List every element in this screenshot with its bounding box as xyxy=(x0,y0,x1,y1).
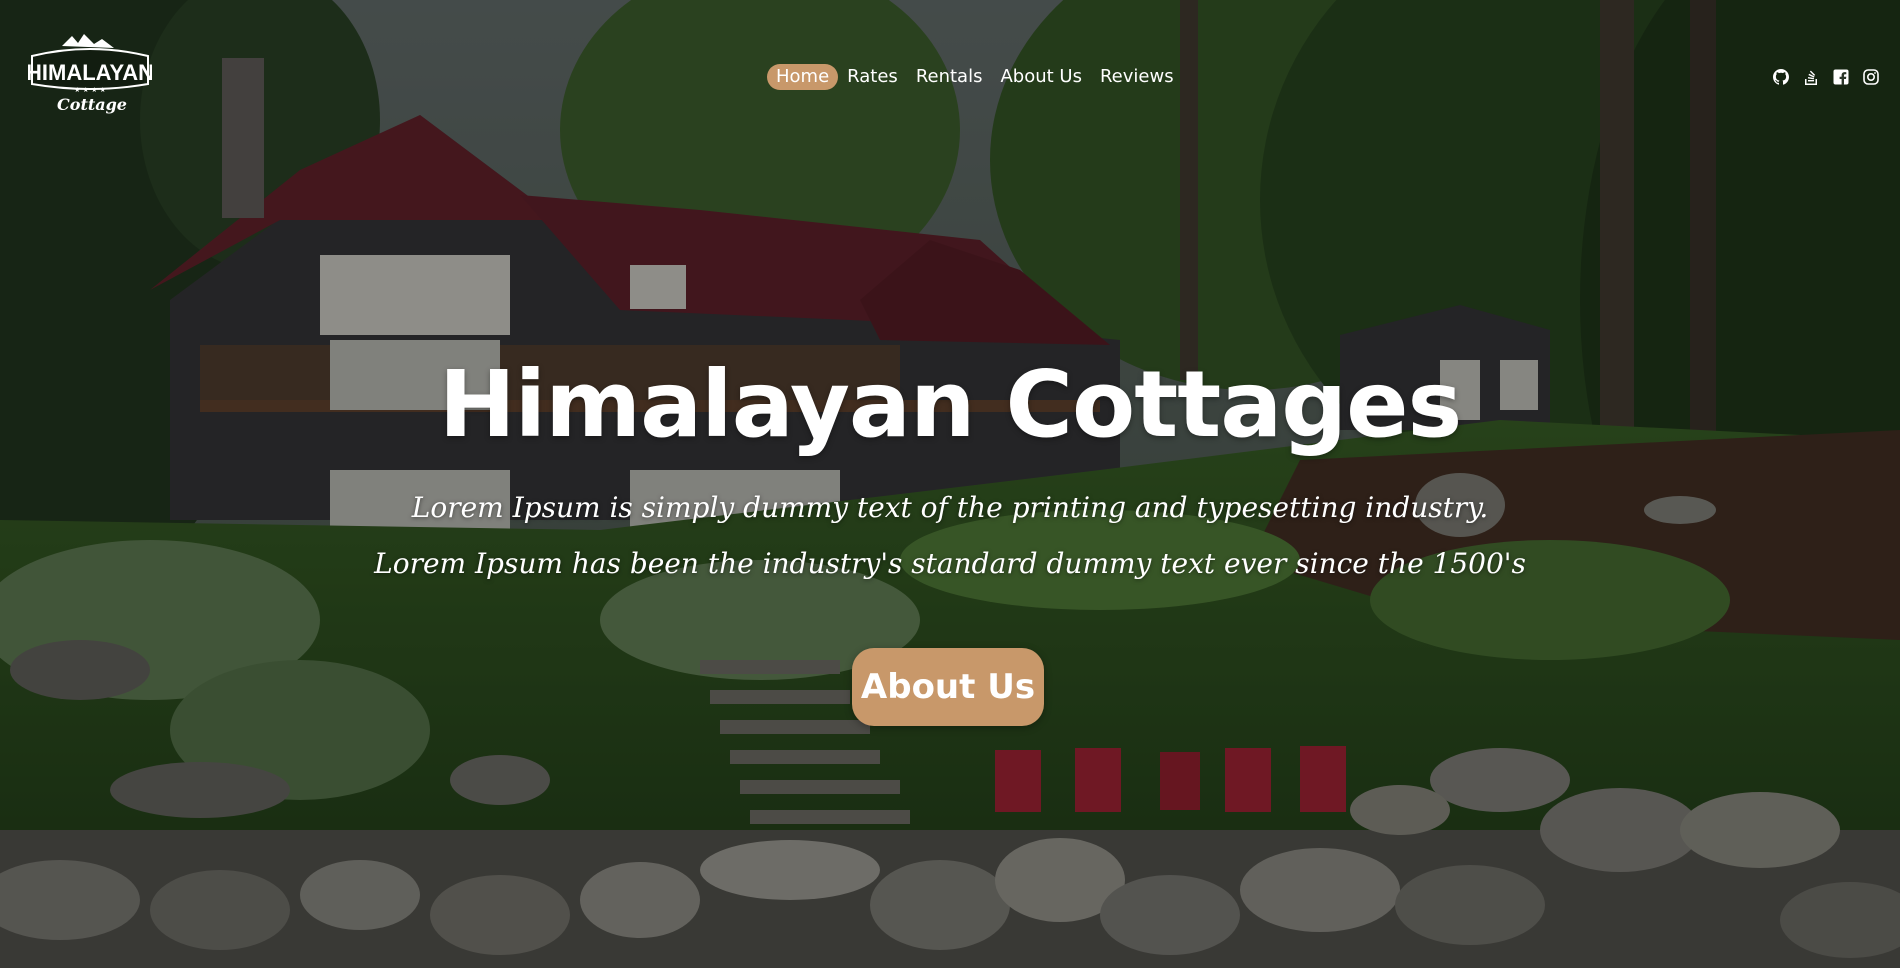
nav-rentals[interactable]: Rentals xyxy=(907,64,992,90)
hero-title: Himalayan Cottages xyxy=(438,351,1463,458)
main-nav: Home Rates Rentals About Us Reviews xyxy=(767,64,1183,90)
instagram-icon[interactable] xyxy=(1862,68,1880,86)
hero-tagline-line-2: Lorem Ipsum has been the industry's stan… xyxy=(374,547,1526,580)
hero-section: HIMALAYAN ★ ★ ★ ★ Cottage Home Rates Ren… xyxy=(0,0,1900,968)
nav-rates[interactable]: Rates xyxy=(838,64,907,90)
about-us-button[interactable]: About Us xyxy=(852,648,1044,726)
svg-text:★ ★ ★ ★: ★ ★ ★ ★ xyxy=(74,86,106,94)
nav-reviews[interactable]: Reviews xyxy=(1091,64,1183,90)
logo-subtitle: Cottage xyxy=(57,95,127,114)
nav-home[interactable]: Home xyxy=(767,64,839,90)
hero-tagline-line-1: Lorem Ipsum is simply dummy text of the … xyxy=(411,491,1489,524)
logo-wordmark: HIMALAYAN xyxy=(28,60,152,85)
hero-dark-overlay xyxy=(0,0,1900,968)
stackoverflow-icon[interactable] xyxy=(1802,68,1820,86)
brand-logo[interactable]: HIMALAYAN ★ ★ ★ ★ Cottage xyxy=(26,34,154,116)
github-icon[interactable] xyxy=(1772,68,1790,86)
facebook-icon[interactable] xyxy=(1832,68,1850,86)
nav-about-us[interactable]: About Us xyxy=(991,64,1091,90)
social-links xyxy=(1772,68,1880,86)
